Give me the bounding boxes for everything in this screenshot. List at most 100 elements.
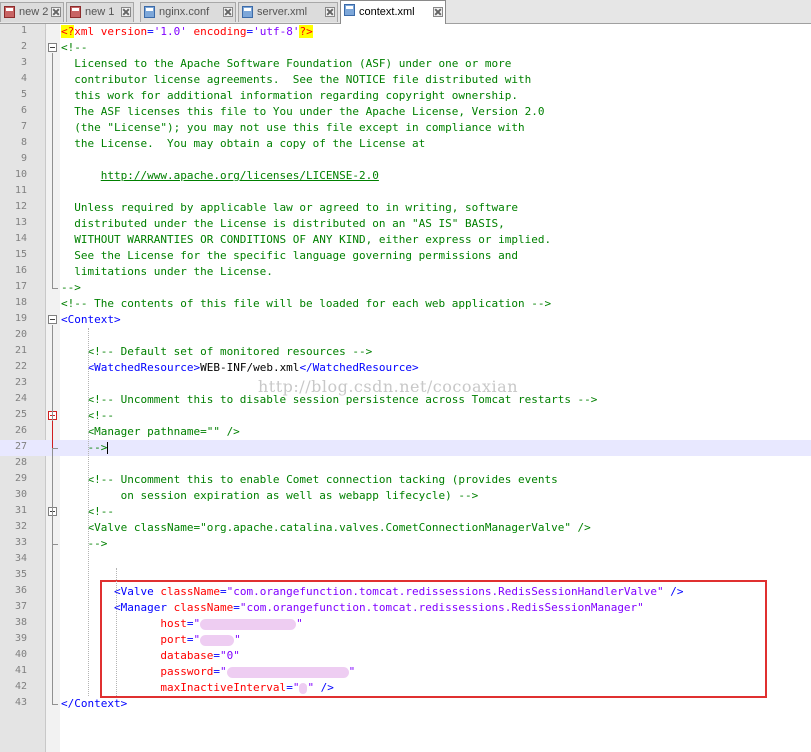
code-line[interactable]: 25 <!-- — [0, 408, 811, 424]
code-text: distributed under the License is distrib… — [61, 217, 504, 231]
code-text: <!-- Uncomment this to enable Comet conn… — [61, 473, 557, 487]
code-text: <Valve className="org.apache.catalina.va… — [61, 521, 590, 535]
code-token: xml — [74, 25, 101, 38]
line-number: 29 — [14, 473, 27, 484]
code-token: The ASF licenses this file to You under … — [61, 105, 545, 118]
code-line[interactable]: 16 limitations under the License. — [0, 264, 811, 280]
code-line[interactable]: 28 — [0, 456, 811, 472]
code-text: WITHOUT WARRANTIES OR CONDITIONS OF ANY … — [61, 233, 551, 247]
line-number: 9 — [20, 153, 27, 164]
code-line[interactable]: 34 — [0, 552, 811, 568]
code-line[interactable]: 26 <Manager pathname="" /> — [0, 424, 811, 440]
tab-label: context.xml — [359, 6, 415, 18]
line-number: 24 — [14, 393, 27, 404]
tab-label: new 1 — [85, 6, 115, 18]
code-line[interactable]: 2 <!-- — [0, 40, 811, 56]
code-line[interactable]: 32 <Valve className="org.apache.catalina… — [0, 520, 811, 536]
code-token: <? — [61, 25, 75, 38]
code-line[interactable]: 20 — [0, 328, 811, 344]
code-line[interactable]: 8 the License. You may obtain a copy of … — [0, 136, 811, 152]
line-number: 32 — [14, 521, 27, 532]
close-tab-icon[interactable] — [121, 7, 131, 17]
code-line[interactable]: 1 <?xml version='1.0' encoding='utf-8'?> — [0, 24, 811, 40]
code-text: Licensed to the Apache Software Foundati… — [61, 57, 511, 71]
code-text: (the "License"); you may not use this fi… — [61, 121, 524, 135]
fold-collapse-icon[interactable] — [48, 43, 57, 52]
document-icon — [242, 6, 253, 18]
code-line[interactable]: 18 <!-- The contents of this file will be… — [0, 296, 811, 312]
code-text: --> — [61, 537, 107, 551]
line-number: 21 — [14, 345, 27, 356]
line-number: 15 — [14, 249, 27, 260]
tab-nginx-conf[interactable]: nginx.conf — [140, 2, 236, 22]
code-token: 'utf-8' — [253, 25, 300, 38]
close-tab-icon[interactable] — [433, 7, 443, 17]
code-line[interactable]: 21 <!-- Default set of monitored resourc… — [0, 344, 811, 360]
code-line[interactable]: 43 </Context> — [0, 696, 811, 712]
code-line[interactable]: 5 this work for additional information r… — [0, 88, 811, 104]
tab-label: server.xml — [257, 6, 308, 18]
tab-context-xml[interactable]: context.xml — [340, 0, 446, 24]
fold-guide — [52, 325, 53, 704]
code-line[interactable]: 14 WITHOUT WARRANTIES OR CONDITIONS OF A… — [0, 232, 811, 248]
line-number: 20 — [14, 329, 27, 340]
code-line[interactable]: 3 Licensed to the Apache Software Founda… — [0, 56, 811, 72]
line-number: 8 — [20, 137, 27, 148]
code-line[interactable]: 27 --> — [0, 440, 811, 456]
code-line[interactable]: 12 Unless required by applicable law or … — [0, 200, 811, 216]
line-number: 17 — [14, 281, 27, 292]
code-text: the License. You may obtain a copy of th… — [61, 137, 425, 151]
close-tab-icon[interactable] — [325, 7, 335, 17]
code-line[interactable]: 6 The ASF licenses this file to You unde… — [0, 104, 811, 120]
code-token: <Context> — [61, 313, 121, 326]
license-link[interactable]: http://www.apache.org/licenses/LICENSE-2… — [101, 169, 379, 182]
line-number: 1 — [20, 25, 27, 36]
code-token: contributor license agreements. See the … — [61, 73, 532, 86]
code-line[interactable]: 4 contributor license agreements. See th… — [0, 72, 811, 88]
fold-collapse-icon[interactable] — [48, 315, 57, 324]
document-icon — [70, 6, 81, 18]
code-token: <!-- Default set of monitored resources … — [61, 345, 373, 358]
line-number: 28 — [14, 457, 27, 468]
code-line[interactable]: 10 http://www.apache.org/licenses/LICENS… — [0, 168, 811, 184]
code-line[interactable]: 30 on session expiration as well as weba… — [0, 488, 811, 504]
code-line[interactable]: 11 — [0, 184, 811, 200]
tab-label: new 2 — [19, 6, 49, 18]
line-number: 30 — [14, 489, 27, 500]
close-tab-icon[interactable] — [51, 7, 61, 17]
code-line[interactable]: 17 --> — [0, 280, 811, 296]
tab-server-xml[interactable]: server.xml — [238, 2, 338, 22]
code-line[interactable]: 13 distributed under the License is dist… — [0, 216, 811, 232]
code-line[interactable]: 29 <!-- Uncomment this to enable Comet c… — [0, 472, 811, 488]
code-text: --> — [61, 441, 109, 455]
line-number: 43 — [14, 697, 27, 708]
code-line[interactable]: 22 <WatchedResource>WEB-INF/web.xml</Wat… — [0, 360, 811, 376]
code-token: on session expiration as well as webapp … — [61, 489, 479, 502]
tab-label: nginx.conf — [159, 6, 210, 18]
code-line[interactable]: 31 <!-- — [0, 504, 811, 520]
line-number: 7 — [20, 121, 27, 132]
fold-end-marker — [52, 704, 58, 705]
code-line[interactable]: 15 See the License for the specific lang… — [0, 248, 811, 264]
line-number: 34 — [14, 553, 27, 564]
line-number: 5 — [20, 89, 27, 100]
line-number: 22 — [14, 361, 27, 372]
line-number: 38 — [14, 617, 27, 628]
code-line[interactable]: 7 (the "License"); you may not use this … — [0, 120, 811, 136]
code-token: --> — [61, 441, 108, 454]
code-line[interactable]: 19 <Context> — [0, 312, 811, 328]
tab-new-2[interactable]: new 2 — [0, 2, 64, 22]
line-number: 23 — [14, 377, 27, 388]
code-text: </Context> — [61, 697, 127, 711]
line-number: 40 — [14, 649, 27, 660]
line-number: 12 — [14, 201, 27, 212]
indent-guide — [116, 568, 117, 696]
tab-new-1[interactable]: new 1 — [66, 2, 134, 22]
close-tab-icon[interactable] — [223, 7, 233, 17]
code-token: <!-- The contents of this file will be l… — [61, 297, 552, 310]
code-line[interactable]: 9 — [0, 152, 811, 168]
line-number: 2 — [20, 41, 27, 52]
code-line[interactable]: 33 --> — [0, 536, 811, 552]
code-token: </Context> — [61, 697, 128, 710]
